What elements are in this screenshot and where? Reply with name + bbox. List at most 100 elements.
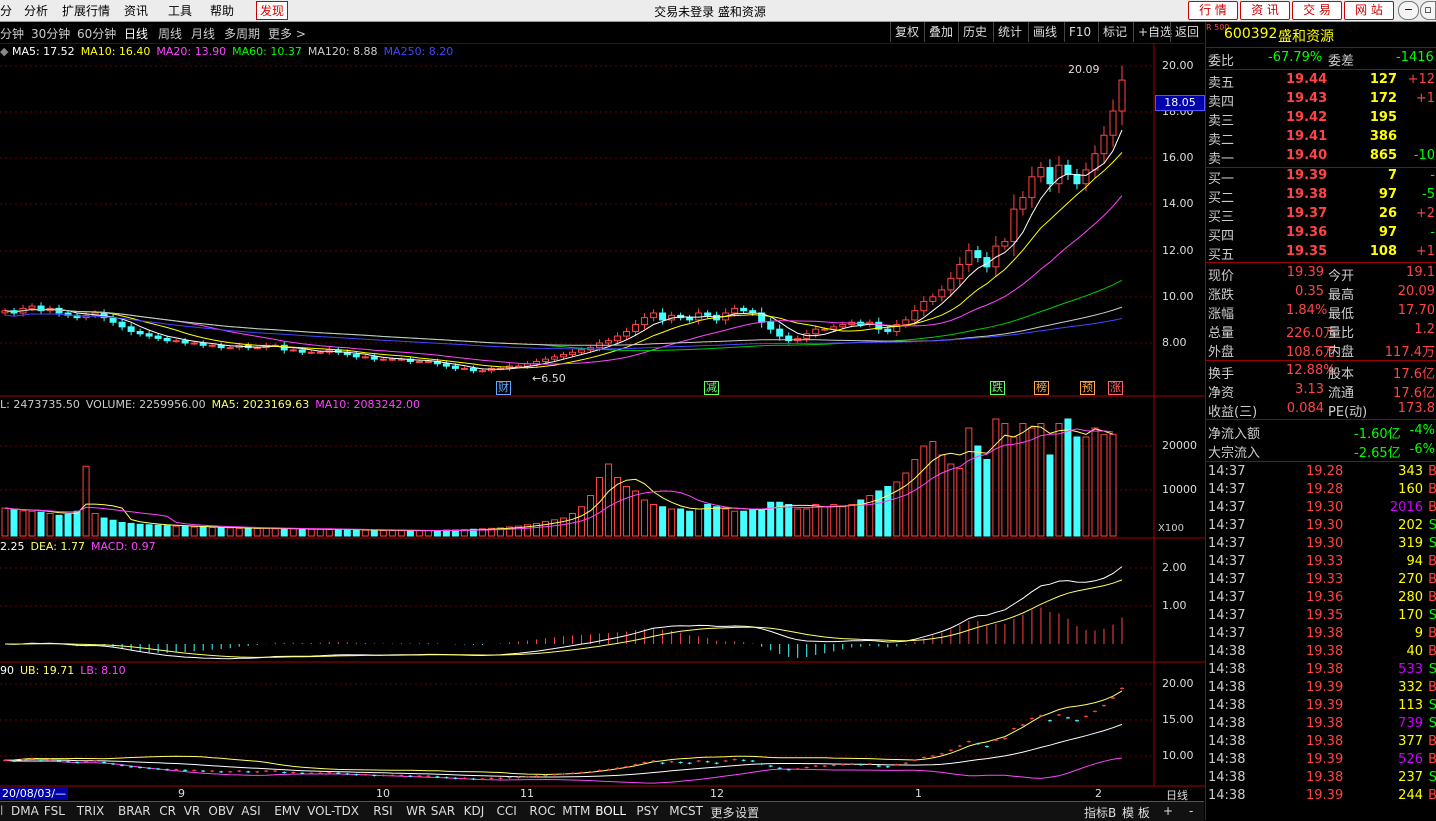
- f10-button[interactable]: F10: [1064, 22, 1095, 42]
- nav-trade-button[interactable]: 交 易: [1292, 1, 1342, 20]
- tick-row[interactable]: 14:37 19.30 202 S: [1206, 518, 1436, 537]
- indicator-tab-brar[interactable]: BRAR: [118, 804, 151, 818]
- indicator-tab-cci[interactable]: CCI: [497, 804, 517, 818]
- statistics-button[interactable]: 统计: [993, 22, 1026, 42]
- back-button[interactable]: 返回: [1170, 22, 1203, 42]
- menu-item-fen[interactable]: 分: [0, 2, 12, 19]
- tick-row[interactable]: 14:37 19.28 160 B: [1206, 482, 1436, 501]
- asks-label: 卖一: [1208, 152, 1235, 167]
- nav-website-button[interactable]: 网 站: [1344, 1, 1394, 20]
- tick-row[interactable]: 14:37 19.33 94 B: [1206, 554, 1436, 573]
- tick-row[interactable]: 14:38 19.39 244 B: [1206, 788, 1436, 807]
- bids-row[interactable]: 买三 19.37 26 +2: [1206, 206, 1436, 225]
- tick-row[interactable]: 14:38 19.38 377 B: [1206, 734, 1436, 753]
- tick-row[interactable]: 14:38 19.38 533 S: [1206, 662, 1436, 681]
- event-tag[interactable]: 预: [1080, 381, 1095, 395]
- indicator-tab-trix[interactable]: TRIX: [77, 804, 104, 818]
- stock-name[interactable]: 盛和资源: [1278, 26, 1334, 46]
- restore-icon[interactable]: ▫: [1420, 1, 1436, 20]
- tick-row[interactable]: 14:38 19.38 739 S: [1206, 716, 1436, 735]
- history-button[interactable]: 历史: [958, 22, 991, 42]
- mark-button[interactable]: 标记: [1098, 22, 1131, 42]
- tick-row[interactable]: 14:38 19.39 526 B: [1206, 752, 1436, 771]
- event-tag[interactable]: 榜: [1034, 381, 1049, 395]
- tick-row[interactable]: 14:37 19.30 319 S: [1206, 536, 1436, 555]
- indicator-tab-sar[interactable]: SAR: [431, 804, 455, 818]
- tick-row[interactable]: 14:37 19.28 343 B: [1206, 464, 1436, 483]
- zoom-in-button[interactable]: +: [1163, 804, 1173, 818]
- period-weekly[interactable]: 周线: [158, 25, 182, 42]
- nav-news-button[interactable]: 资 讯: [1240, 1, 1290, 20]
- bids-volume: 108: [1369, 244, 1397, 259]
- tick-row[interactable]: 14:37 19.33 270 B: [1206, 572, 1436, 591]
- indicator-b-button[interactable]: 指标B: [1084, 804, 1116, 821]
- separator: [1206, 461, 1436, 462]
- indicator-tab-rsi[interactable]: RSI: [373, 804, 393, 818]
- menu-item-tools[interactable]: 工具: [168, 2, 192, 19]
- indicator-tab-emv[interactable]: EMV: [274, 804, 300, 818]
- high-price-label: 20.09: [1068, 63, 1100, 76]
- asks-row[interactable]: 卖二 19.41 386: [1206, 129, 1436, 148]
- template-button[interactable]: 模 板: [1122, 804, 1150, 821]
- period-multi[interactable]: 多周期: [224, 25, 260, 42]
- bids-row[interactable]: 买一 19.39 7 -: [1206, 168, 1436, 187]
- minimize-icon[interactable]: −: [1398, 1, 1419, 20]
- draw-line-button[interactable]: 画线: [1028, 22, 1061, 42]
- indicator-tab-dma[interactable]: DMA: [11, 804, 39, 818]
- tick-row[interactable]: 14:37 19.36 280 B: [1206, 590, 1436, 609]
- asks-row[interactable]: 卖四 19.43 172 +1: [1206, 91, 1436, 110]
- period-monthly[interactable]: 月线: [191, 25, 215, 42]
- indicator-tab-psy[interactable]: PSY: [636, 804, 658, 818]
- bids-row[interactable]: 买四 19.36 97 -: [1206, 225, 1436, 244]
- kline-chart[interactable]: [0, 43, 1205, 801]
- tick-row[interactable]: 14:37 19.30 2016 B: [1206, 500, 1436, 519]
- menu-item-ext-quotes[interactable]: 扩展行情: [62, 2, 110, 19]
- indicator-tab-kdj[interactable]: KDJ: [464, 804, 485, 818]
- indicator-tab-vol-tdx[interactable]: VOL-TDX: [307, 804, 359, 818]
- indicator-tab-mtm[interactable]: MTM: [562, 804, 590, 818]
- stock-code[interactable]: 600392: [1224, 26, 1277, 42]
- indicator-tab-cr[interactable]: CR: [159, 804, 176, 818]
- indicator-tab-asi[interactable]: ASI: [241, 804, 260, 818]
- event-tag[interactable]: 财: [496, 381, 511, 395]
- indicator-tab-fsl[interactable]: FSL: [44, 804, 65, 818]
- tick-row[interactable]: 14:38 19.38 40 B: [1206, 644, 1436, 663]
- indicator-tab-设置[interactable]: 设置: [735, 804, 759, 821]
- menu-item-help[interactable]: 帮助: [210, 2, 234, 19]
- period-daily[interactable]: 日线: [124, 25, 148, 42]
- asks-row[interactable]: 卖五 19.44 127 +12: [1206, 72, 1436, 91]
- period-60min[interactable]: 60分钟: [77, 25, 116, 42]
- scroll-left-icon[interactable]: l: [0, 804, 3, 818]
- restore-rights-button[interactable]: 复权: [890, 22, 923, 42]
- tick-row[interactable]: 14:38 19.39 332 B: [1206, 680, 1436, 699]
- tick-row[interactable]: 14:37 19.38 9 B: [1206, 626, 1436, 645]
- indicator-tab-mcst[interactable]: MCST: [669, 804, 703, 818]
- indicator-tab-wr[interactable]: WR: [406, 804, 426, 818]
- indicator-tab-vr[interactable]: VR: [184, 804, 201, 818]
- period-30min[interactable]: 30分钟: [31, 25, 70, 42]
- tick-volume: 9: [1414, 626, 1423, 641]
- candle-body: [632, 324, 640, 332]
- indicator-tab-更多[interactable]: 更多: [711, 804, 735, 821]
- menu-item-news[interactable]: 资讯: [124, 2, 148, 19]
- event-tag[interactable]: 涨: [1108, 381, 1123, 395]
- tick-row[interactable]: 14:38 19.39 113 S: [1206, 698, 1436, 717]
- bids-row[interactable]: 买二 19.38 97 -5: [1206, 187, 1436, 206]
- event-tag[interactable]: 减: [704, 381, 719, 395]
- menu-item-discover[interactable]: 发现: [256, 1, 289, 20]
- period-1min[interactable]: 分钟: [0, 25, 24, 42]
- indicator-tab-obv[interactable]: OBV: [208, 804, 234, 818]
- period-more[interactable]: 更多 >: [268, 25, 306, 42]
- indicator-tab-roc[interactable]: ROC: [529, 804, 555, 818]
- tick-row[interactable]: 14:38 19.38 237 S: [1206, 770, 1436, 789]
- zoom-out-button[interactable]: -: [1189, 804, 1193, 818]
- event-tag[interactable]: 跌: [990, 381, 1005, 395]
- asks-row[interactable]: 卖三 19.42 195: [1206, 110, 1436, 129]
- tick-row[interactable]: 14:37 19.35 170 S: [1206, 608, 1436, 627]
- asks-row[interactable]: 卖一 19.40 865 -10: [1206, 148, 1436, 167]
- overlay-button[interactable]: 叠加: [924, 22, 957, 42]
- nav-quotes-button[interactable]: 行 情: [1188, 1, 1238, 20]
- menu-item-analysis[interactable]: 分析: [24, 2, 48, 19]
- bids-row[interactable]: 买五 19.35 108 +1: [1206, 244, 1436, 263]
- indicator-tab-boll[interactable]: BOLL: [595, 804, 626, 818]
